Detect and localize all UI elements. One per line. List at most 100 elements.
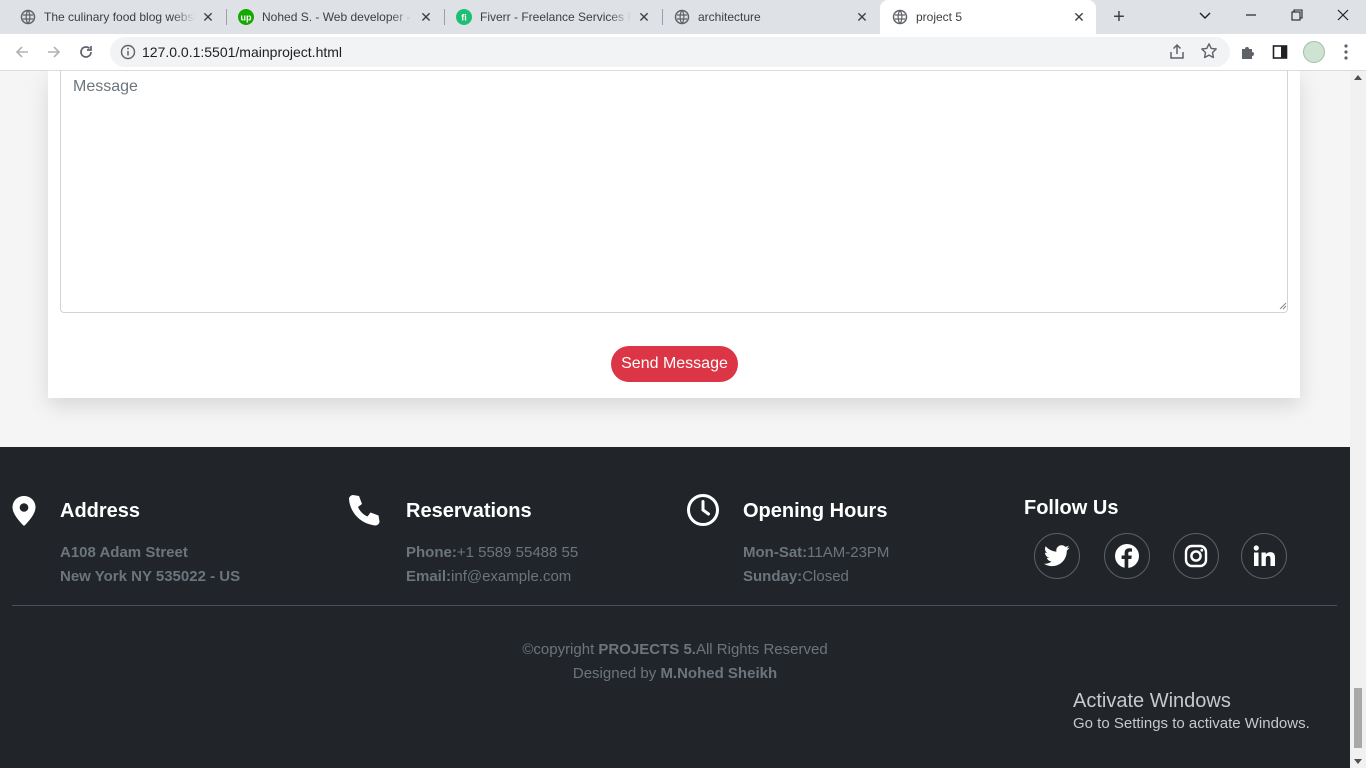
tab-search-button[interactable] (1182, 0, 1228, 30)
sunday-hours: Sunday:Closed (743, 568, 849, 585)
share-icon[interactable] (1168, 43, 1186, 61)
side-panel-icon (1272, 45, 1288, 59)
restore-icon (1291, 9, 1303, 21)
linkedin-icon (1253, 545, 1275, 566)
twitter-icon (1044, 545, 1070, 567)
phone-icon (347, 493, 381, 527)
designed-by-prefix: Designed by (572, 665, 657, 682)
globe-icon (20, 9, 36, 25)
linkedin-link[interactable] (1241, 533, 1287, 579)
avatar[interactable] (1303, 41, 1325, 63)
activate-windows-title: Activate Windows (1073, 690, 1231, 712)
clock-icon (686, 493, 720, 527)
upwork-icon: up (238, 9, 254, 25)
reservations-heading: Reservations (406, 500, 532, 522)
resize-handle-icon[interactable] (1277, 300, 1287, 310)
twitter-link[interactable] (1034, 533, 1080, 579)
facebook-icon (1115, 544, 1139, 568)
close-icon[interactable]: ✕ (1070, 8, 1088, 26)
email-line: Email:inf@example.com (406, 568, 571, 585)
instagram-icon (1184, 544, 1208, 568)
follow-us-heading: Follow Us (1024, 497, 1119, 519)
minimize-icon (1246, 14, 1256, 16)
designer-name: M.Nohed Sheikh (660, 665, 778, 682)
tab-title: Fiverr - Freelance Services Marketplace (480, 10, 631, 24)
message-textarea[interactable] (60, 71, 1288, 313)
copyright-prefix: ©copyright (522, 641, 595, 658)
svg-text:up: up (241, 13, 252, 23)
address-line-1: A108 Adam Street (60, 544, 188, 561)
address-bar[interactable]: 127.0.0.1:5501/mainproject.html (110, 37, 1230, 67)
new-tab-button[interactable]: + (1108, 6, 1130, 28)
weekday-hours: Mon-Sat:11AM-23PM (743, 544, 889, 561)
close-icon[interactable]: ✕ (417, 8, 435, 26)
activate-windows-subtitle: Go to Settings to activate Windows. (1073, 715, 1310, 732)
email-value: inf@example.com (451, 568, 572, 585)
tab-architecture[interactable]: architecture ✕ (654, 0, 879, 34)
tab-title: project 5 (916, 10, 963, 24)
kebab-menu-icon (1344, 44, 1348, 60)
email-label: Email: (406, 568, 452, 585)
tab-upwork[interactable]: up Nohed S. - Web developer - Upwork ✕ (218, 0, 443, 34)
address-line-2-text: New York NY 535022 - US (60, 568, 241, 585)
address-line-1-text: A108 Adam Street (60, 544, 188, 561)
close-icon[interactable]: ✕ (635, 8, 653, 26)
site-footer: Address A108 Adam Street New York NY 535… (0, 447, 1350, 768)
designed-by-line: Designed by M.Nohed Sheikh (0, 665, 1350, 682)
sunday-value: Closed (802, 568, 849, 585)
weekday-value: 11AM-23PM (807, 544, 890, 561)
copyright-brand: PROJECTS 5. (598, 641, 696, 658)
contact-form-card: Send Message (48, 71, 1300, 398)
page-viewport: Send Message Address A108 Adam Street Ne… (0, 71, 1350, 768)
svg-text:fi: fi (461, 13, 467, 23)
scroll-down-arrow-icon[interactable] (1354, 759, 1362, 764)
url-text[interactable]: 127.0.0.1:5501/mainproject.html (142, 44, 342, 60)
map-marker-icon (7, 494, 41, 528)
close-icon[interactable]: ✕ (853, 8, 871, 26)
address-heading: Address (60, 500, 141, 522)
reload-icon (80, 46, 92, 58)
close-icon (1337, 9, 1349, 21)
tab-project5[interactable]: project 5 ✕ (880, 0, 1096, 34)
send-message-button[interactable]: Send Message (611, 346, 738, 382)
globe-icon (674, 9, 690, 25)
arrow-left-icon (15, 46, 28, 58)
puzzle-icon (1242, 47, 1254, 59)
copyright-suffix: All Rights Reserved (695, 641, 828, 658)
instagram-link[interactable] (1173, 533, 1219, 579)
arrow-right-icon (48, 46, 61, 58)
sunday-label: Sunday: (743, 568, 803, 585)
star-icon[interactable] (1200, 42, 1218, 60)
page-scrollbar[interactable] (1350, 71, 1366, 768)
tab-title: architecture (698, 10, 761, 24)
tab-fiverr[interactable]: fi Fiverr - Freelance Services Marketpla… (436, 0, 661, 34)
tab-culinary[interactable]: The culinary food blog website ✕ (0, 0, 225, 34)
facebook-link[interactable] (1104, 533, 1150, 579)
forward-button[interactable] (42, 40, 66, 64)
back-button[interactable] (10, 40, 34, 64)
opening-hours-heading: Opening Hours (743, 500, 888, 522)
browser-toolbar: 127.0.0.1:5501/mainproject.html (0, 34, 1366, 71)
scroll-up-arrow-icon[interactable] (1354, 75, 1362, 80)
scroll-thumb[interactable] (1354, 688, 1362, 748)
address-line-2: New York NY 535022 - US (60, 568, 240, 585)
phone-value: +1 5589 55488 55 (456, 544, 579, 561)
tab-title: Nohed S. - Web developer - Upwork (262, 10, 413, 24)
minimize-button[interactable] (1228, 0, 1274, 30)
restore-button[interactable] (1274, 0, 1320, 30)
phone-label: Phone: (406, 544, 457, 561)
side-panel-button[interactable] (1270, 42, 1290, 62)
reload-button[interactable] (74, 40, 98, 64)
weekday-label: Mon-Sat: (743, 544, 808, 561)
tab-title: The culinary food blog website (44, 10, 195, 24)
menu-button[interactable] (1336, 42, 1356, 62)
chevron-down-icon (1199, 12, 1211, 19)
globe-icon (892, 9, 908, 25)
fiverr-icon: fi (456, 9, 472, 25)
close-icon[interactable]: ✕ (199, 8, 217, 26)
tab-strip: The culinary food blog website ✕ up Nohe… (0, 0, 1366, 34)
info-icon[interactable] (120, 44, 136, 60)
close-window-button[interactable] (1320, 0, 1366, 30)
footer-divider (12, 605, 1337, 606)
extensions-button[interactable] (1238, 42, 1258, 62)
